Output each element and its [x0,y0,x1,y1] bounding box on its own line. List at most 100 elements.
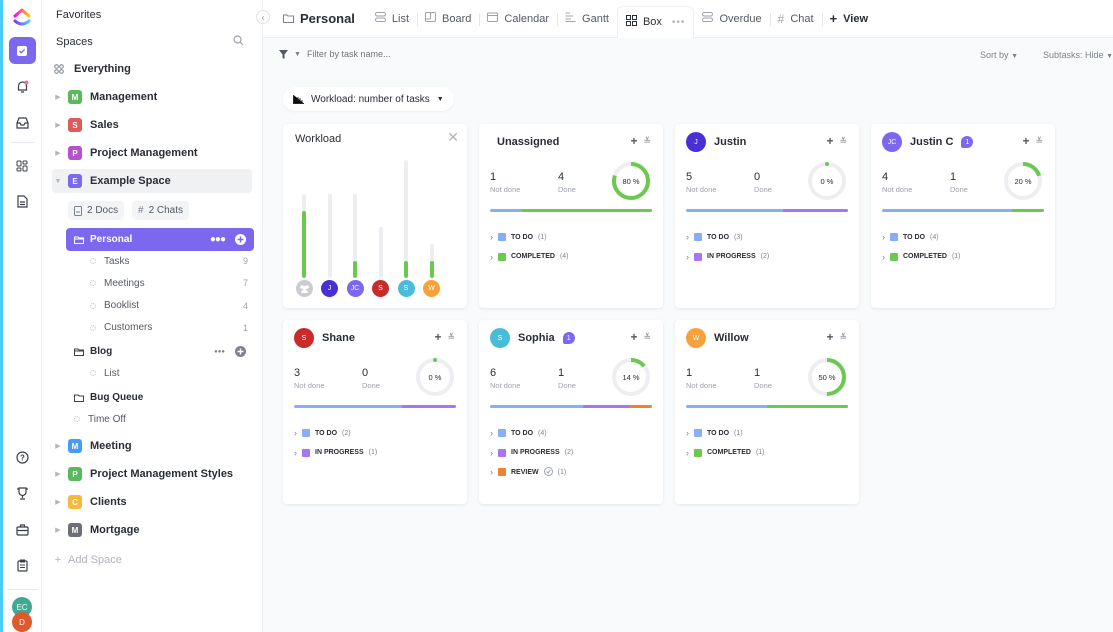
close-icon[interactable]: ✕ [447,129,459,146]
status-group[interactable]: › IN PROGRESS (2) [686,250,769,264]
collapse-icon[interactable]: ≚ [1035,136,1043,148]
caret-right-icon[interactable]: ▶ [52,93,64,101]
status-group[interactable]: › REVIEW (1) [490,465,566,479]
collapse-icon[interactable]: ≚ [643,136,651,148]
caret-down-icon[interactable]: ▼ [294,51,301,58]
chevron-right-icon[interactable]: › [294,428,297,438]
collapse-icon[interactable]: ≚ [447,332,455,344]
tab-chat[interactable]: # Chat [769,0,822,38]
tab-overdue[interactable]: Overdue [694,0,769,38]
docs-chip[interactable]: 2 Docs [68,201,125,220]
filter-input[interactable] [306,49,427,59]
status-group[interactable]: › COMPLETED (1) [882,250,961,264]
chevron-right-icon[interactable]: › [490,428,493,438]
add-circle-icon[interactable] [235,234,246,245]
sidebar-item-everything[interactable]: Everything [54,57,254,81]
add-task-icon[interactable]: + [630,330,637,344]
favorites-heading[interactable]: Favorites [56,9,101,21]
status-group[interactable]: › TO DO (4) [882,230,939,244]
chevron-right-icon[interactable]: › [490,232,493,242]
chevron-right-icon[interactable]: › [686,448,689,458]
add-task-icon[interactable]: + [1022,134,1029,148]
chat-count-badge[interactable]: 1 [562,332,575,344]
member-avatar[interactable]: JC [346,280,364,297]
member-avatar[interactable]: W [423,280,440,297]
person-avatar[interactable]: S [490,328,510,348]
member-avatar[interactable]: S [397,280,415,297]
add-task-icon[interactable]: + [826,134,833,148]
unassigned-avatar[interactable] [295,280,313,297]
workload-bar[interactable] [353,193,357,278]
clipboard-icon[interactable] [9,552,36,579]
sidebar-space-management[interactable]: ▶ M Management [52,85,252,109]
sidebar-space-project-management[interactable]: ▶ P Project Management [52,141,252,165]
tab-board[interactable]: Board [417,0,479,38]
collapse-icon[interactable]: ≚ [643,332,651,344]
home-icon[interactable] [8,37,36,64]
status-group[interactable]: › IN PROGRESS (1) [294,446,377,460]
workload-selector[interactable]: Workload: number of tasks ▼ [283,87,454,111]
sidebar-space-project-management-styles[interactable]: ▶ P Project Management Styles [52,462,252,486]
search-icon[interactable] [233,35,244,46]
add-circle-icon[interactable] [235,346,246,357]
list-item-meetings[interactable]: Meetings 7 [90,273,248,293]
folder-blog[interactable]: Blog ●●● [66,340,254,363]
sidebar-space-meeting[interactable]: ▶ M Meeting [52,434,252,458]
tab-more-icon[interactable]: ••• [672,17,686,28]
notifications-icon[interactable] [9,73,36,100]
chats-chip[interactable]: # 2 Chats [132,201,190,220]
sidebar-space-clients[interactable]: ▶ C Clients [52,490,252,514]
caret-right-icon[interactable]: ▶ [52,526,64,534]
add-space-button[interactable]: + Add Space [52,548,252,572]
tab-list[interactable]: List [367,0,417,38]
person-avatar[interactable]: S [294,328,314,348]
collapse-sidebar-button[interactable]: ‹ [256,10,270,24]
docs-icon[interactable] [9,188,36,215]
sidebar-space-mortgage[interactable]: ▶ M Mortgage [52,518,252,542]
sort-by-button[interactable]: Sort by ▼ [980,50,1018,60]
list-item-customers[interactable]: Customers 1 [90,318,248,338]
status-group[interactable]: › TO DO (3) [686,230,743,244]
list-item-tasks[interactable]: Tasks 9 [90,251,248,271]
person-avatar[interactable]: JC [882,132,902,152]
collapse-icon[interactable]: ≚ [839,136,847,148]
spaces-heading[interactable]: Spaces [56,36,93,48]
caret-right-icon[interactable]: ▶ [52,470,64,478]
chevron-right-icon[interactable]: › [882,252,885,262]
status-group[interactable]: › TO DO (1) [686,426,743,440]
subtasks-button[interactable]: Subtasks: Hide ▼ [1043,50,1113,60]
caret-right-icon[interactable]: ▶ [52,498,64,506]
chevron-right-icon[interactable]: › [490,448,493,458]
help-icon[interactable]: ? [9,444,36,471]
folder-personal[interactable]: Personal ●●● [66,228,254,251]
add-task-icon[interactable]: + [826,330,833,344]
chevron-right-icon[interactable]: › [686,428,689,438]
workload-bar[interactable] [327,193,332,278]
caret-right-icon[interactable]: ▶ [52,442,64,450]
caret-right-icon[interactable]: ▶ [52,121,64,129]
tab-calendar[interactable]: Calendar [479,0,557,38]
chevron-right-icon[interactable]: › [686,232,689,242]
inbox-icon[interactable] [9,109,36,136]
dashboards-icon[interactable] [9,152,36,179]
add-task-icon[interactable]: + [630,134,637,148]
clickup-logo-icon[interactable] [11,6,33,28]
breadcrumb[interactable]: Personal [283,11,355,26]
collapse-icon[interactable]: ≚ [839,332,847,344]
workload-bar[interactable] [404,160,408,278]
member-avatar[interactable]: J [321,280,338,297]
add-task-icon[interactable]: + [434,330,441,344]
workload-bar[interactable] [429,244,434,278]
caret-down-icon[interactable]: ▼ [52,178,64,185]
status-group[interactable]: › TO DO (2) [294,426,351,440]
sidebar-space-example-space[interactable]: ▼ E Example Space [52,169,252,193]
goals-icon[interactable] [9,480,36,507]
sidebar-space-sales[interactable]: ▶ S Sales [52,113,252,137]
more-icon[interactable]: ●●● [214,349,225,355]
chevron-right-icon[interactable]: › [490,252,493,262]
folder-bug-queue[interactable]: Bug Queue [66,386,254,409]
member-avatar[interactable]: S [372,280,389,297]
chevron-right-icon[interactable]: › [294,448,297,458]
portfolio-icon[interactable] [9,516,36,543]
status-group[interactable]: › TO DO (1) [490,230,547,244]
